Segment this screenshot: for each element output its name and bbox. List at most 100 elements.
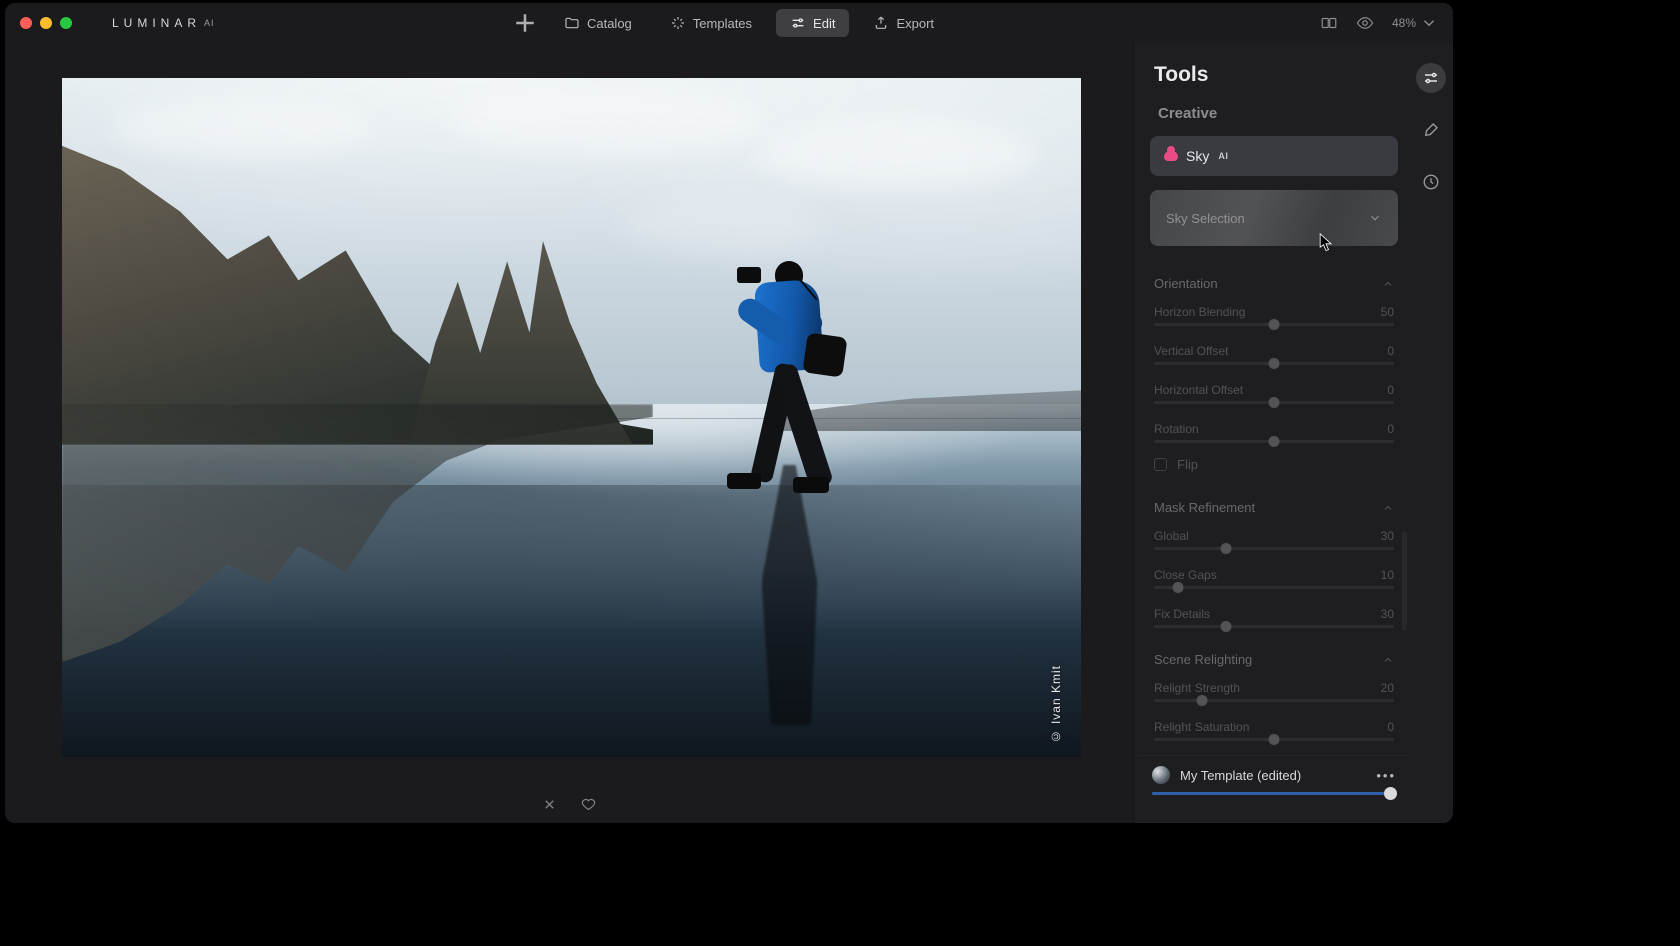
slider-label: Close Gaps (1154, 568, 1217, 582)
slider-track[interactable] (1154, 547, 1394, 550)
slider-track[interactable] (1154, 738, 1394, 741)
brush-icon (1422, 121, 1440, 139)
template-name: My Template (edited) (1180, 768, 1301, 783)
slider-label: Rotation (1154, 422, 1199, 436)
template-amount-slider[interactable] (1152, 792, 1396, 795)
chevron-down-icon (1368, 211, 1382, 225)
slider-knob[interactable] (1384, 787, 1397, 800)
slider-label: Relight Strength (1154, 681, 1240, 695)
cloud-icon (1164, 151, 1178, 161)
slider-label: Vertical Offset (1154, 344, 1228, 358)
slider-knob[interactable] (1197, 695, 1208, 706)
slider-value: 0 (1387, 383, 1394, 397)
preview-icon[interactable] (1356, 14, 1374, 32)
window-close-button[interactable] (20, 17, 32, 29)
top-nav: Catalog Templates Edit Export (510, 8, 948, 38)
slider-value: 20 (1381, 681, 1394, 695)
window-minimize-button[interactable] (40, 17, 52, 29)
orientation-slider-2[interactable]: Horizontal Offset 0 (1150, 379, 1398, 418)
zoom-dropdown[interactable]: 48% (1392, 14, 1438, 32)
slider-track[interactable] (1154, 586, 1394, 589)
tab-export[interactable]: Export (859, 9, 948, 37)
slider-knob[interactable] (1269, 319, 1280, 330)
mask-slider-2[interactable]: Fix Details 30 (1150, 603, 1398, 642)
panel-title: Tools (1138, 43, 1410, 105)
relight-slider-0[interactable]: Relight Strength 20 (1150, 677, 1398, 716)
window-zoom-button[interactable] (60, 17, 72, 29)
reject-icon[interactable] (542, 797, 557, 812)
panel-scrollbar[interactable] (1402, 531, 1407, 631)
tab-label: Templates (693, 16, 752, 31)
tools-panel: Tools Creative Sky AI Sky Selection Orie… (1133, 43, 1453, 823)
mask-slider-0[interactable]: Global 30 (1150, 525, 1398, 564)
slider-value: 0 (1387, 422, 1394, 436)
favorite-icon[interactable] (581, 797, 596, 812)
sky-selection-label: Sky Selection (1166, 211, 1245, 226)
panel-scroll: Tools Creative Sky AI Sky Selection Orie… (1138, 43, 1410, 815)
section-title: Mask Refinement (1154, 500, 1255, 515)
orientation-slider-1[interactable]: Vertical Offset 0 (1150, 340, 1398, 379)
flip-checkbox-row[interactable]: Flip (1150, 457, 1398, 490)
slider-label: Global (1154, 529, 1189, 543)
main-area: © Ivan Kmit Tools (5, 43, 1453, 823)
flip-checkbox[interactable] (1154, 458, 1167, 471)
slider-value: 30 (1381, 529, 1394, 543)
mask-slider-1[interactable]: Close Gaps10 (1150, 564, 1398, 603)
slider-track[interactable] (1154, 625, 1394, 628)
section-title: Scene Relighting (1154, 652, 1252, 667)
rail-brush-button[interactable] (1416, 115, 1446, 145)
slider-track[interactable] (1154, 362, 1394, 365)
app-name: LUMINAR (112, 16, 201, 30)
export-icon (873, 15, 889, 31)
app-logo: LUMINAR AI (112, 16, 215, 30)
slider-label: Horizontal Offset (1154, 383, 1243, 397)
slider-knob[interactable] (1269, 397, 1280, 408)
slider-knob[interactable] (1269, 436, 1280, 447)
tab-edit[interactable]: Edit (776, 9, 849, 37)
sliders-icon (790, 15, 806, 31)
slider-knob[interactable] (1221, 621, 1232, 632)
slider-value: 30 (1381, 607, 1394, 621)
image-canvas[interactable]: © Ivan Kmit (62, 78, 1081, 757)
window-controls (20, 17, 72, 29)
slider-knob[interactable] (1269, 358, 1280, 369)
sky-selection-dropdown[interactable]: Sky Selection (1150, 190, 1398, 246)
section-orientation-head[interactable]: Orientation (1150, 266, 1398, 301)
sliders-icon (1422, 69, 1440, 87)
tab-templates[interactable]: Templates (656, 9, 766, 37)
section-relight-head[interactable]: Scene Relighting (1150, 642, 1398, 677)
slider-track[interactable] (1154, 401, 1394, 404)
slider-track[interactable] (1154, 323, 1394, 326)
tool-inner-panel: Sky Selection Orientation Horizon Blendi… (1150, 190, 1398, 755)
template-thumb (1152, 766, 1170, 784)
template-menu-button[interactable]: ••• (1376, 768, 1396, 783)
rail-edit-button[interactable] (1416, 63, 1446, 93)
canvas-bottom-actions (5, 785, 1133, 823)
orientation-slider-3[interactable]: Rotation 0 (1150, 418, 1398, 457)
zoom-value: 48% (1392, 16, 1416, 30)
orientation-slider-0[interactable]: Horizon Blending50 (1150, 301, 1398, 340)
section-mask-head[interactable]: Mask Refinement (1150, 490, 1398, 525)
tool-name: Sky (1186, 148, 1209, 164)
slider-knob[interactable] (1221, 543, 1232, 554)
slider-track[interactable] (1154, 440, 1394, 443)
tool-badge: AI (1218, 151, 1228, 161)
title-bar: LUMINAR AI Catalog Templates Edit Export (5, 3, 1453, 43)
slider-knob[interactable] (1173, 582, 1184, 593)
chevron-up-icon (1382, 278, 1394, 290)
history-icon (1422, 173, 1440, 191)
tab-label: Edit (813, 16, 835, 31)
slider-value: 0 (1387, 344, 1394, 358)
relight-slider-1[interactable]: Relight Saturation0 (1150, 716, 1398, 755)
folder-icon (564, 15, 580, 31)
tab-catalog[interactable]: Catalog (550, 9, 646, 37)
tab-label: Export (896, 16, 934, 31)
tool-sky-chip[interactable]: Sky AI (1150, 136, 1398, 176)
add-button[interactable] (510, 8, 540, 38)
slider-label: Fix Details (1154, 607, 1210, 621)
rail-history-button[interactable] (1416, 167, 1446, 197)
flip-label: Flip (1177, 457, 1198, 472)
compare-icon[interactable] (1320, 14, 1338, 32)
slider-knob[interactable] (1269, 734, 1280, 745)
slider-track[interactable] (1154, 699, 1394, 702)
